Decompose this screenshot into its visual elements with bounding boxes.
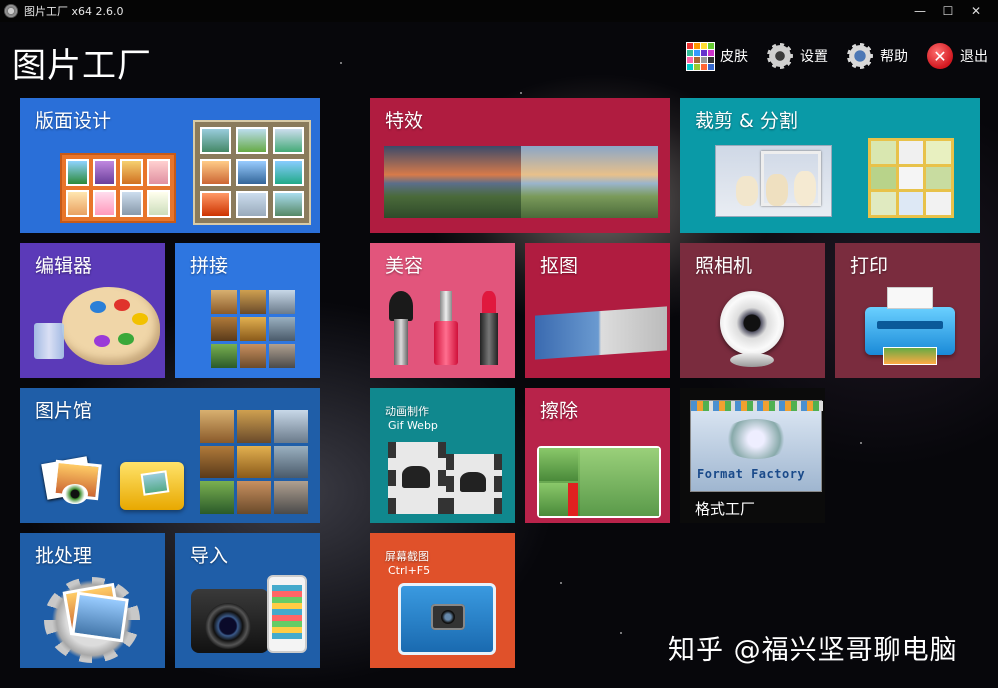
tile-effects-label: 特效 <box>385 110 424 132</box>
exit-button[interactable]: ✕ 退出 <box>926 42 988 70</box>
tile-editor-label: 编辑器 <box>35 255 93 277</box>
tile-print-label: 打印 <box>850 255 889 277</box>
makeup-brush-icon <box>387 291 415 369</box>
exit-label: 退出 <box>960 49 988 65</box>
folder-photo-icon <box>120 462 184 510</box>
brush-cup-icon <box>34 323 64 359</box>
lighthouse-after-image <box>521 146 658 218</box>
tile-layout-design-label: 版面设计 <box>35 110 112 132</box>
tile-import[interactable]: 导入 <box>175 533 320 668</box>
tile-crop-split-label: 裁剪 & 分割 <box>695 110 798 132</box>
printer-icon <box>865 287 955 365</box>
format-factory-screenshot: Format Factory <box>690 400 823 492</box>
nail-polish-icon <box>432 291 460 369</box>
tile-cutout-label: 抠图 <box>540 255 579 277</box>
settings-button[interactable]: 设置 <box>766 42 828 70</box>
tile-animation-sublabel: Gif Webp <box>388 419 438 432</box>
paint-palette-icon <box>62 287 160 365</box>
tile-screenshot-label: 屏幕截图 <box>385 550 429 563</box>
window-title: 图片工厂 x64 2.6.0 <box>24 5 124 18</box>
tile-batch-label: 批处理 <box>35 545 93 567</box>
app-logo-icon <box>4 4 18 18</box>
tile-format-factory-label: 格式工厂 <box>695 500 756 518</box>
header-actions: 皮肤 设置 帮助 ✕ 退出 <box>685 41 988 71</box>
tile-layout-design[interactable]: 版面设计 <box>20 98 320 233</box>
tile-erase-label: 擦除 <box>540 400 579 422</box>
tile-animation-label: 动画制作 <box>385 405 429 418</box>
layout-collage-icon <box>60 153 176 223</box>
skin-palette-icon <box>685 41 715 71</box>
tile-gallery[interactable]: 图片馆 <box>20 388 320 523</box>
skin-label: 皮肤 <box>720 49 748 65</box>
format-factory-logo-text: Format Factory <box>697 467 806 481</box>
exit-icon: ✕ <box>926 42 954 70</box>
tile-screenshot[interactable]: 屏幕截图 Ctrl+F5 <box>370 533 515 668</box>
tile-stitch[interactable]: 拼接 <box>175 243 320 378</box>
help-label: 帮助 <box>880 49 908 65</box>
tile-effects[interactable]: 特效 <box>370 98 670 233</box>
help-button[interactable]: 帮助 <box>846 42 908 70</box>
title-bar[interactable]: 图片工厂 x64 2.6.0 — ☐ ✕ <box>0 0 998 22</box>
skin-button[interactable]: 皮肤 <box>685 41 748 71</box>
photo-grid-icon <box>193 120 311 225</box>
settings-label: 设置 <box>800 49 828 65</box>
tile-camera[interactable]: 照相机 <box>680 243 825 378</box>
tile-cutout[interactable]: 抠图 <box>525 243 670 378</box>
tile-erase[interactable]: 擦除 <box>525 388 670 523</box>
tile-beauty[interactable]: 美容 <box>370 243 515 378</box>
film-strip-icon-2 <box>446 454 502 514</box>
screen-capture-icon <box>398 583 496 655</box>
close-button[interactable]: ✕ <box>962 4 990 18</box>
gallery-mosaic-icon <box>200 410 308 514</box>
split-photo-image <box>868 138 954 218</box>
help-gear-icon <box>846 42 874 70</box>
bird-cutout-image <box>535 306 667 360</box>
webcam-stand-icon <box>730 353 774 367</box>
tile-gallery-label: 图片馆 <box>35 400 93 422</box>
window-controls: — ☐ ✕ <box>906 0 990 22</box>
tile-editor[interactable]: 编辑器 <box>20 243 165 378</box>
webcam-icon <box>720 291 784 355</box>
app-title: 图片工厂 <box>12 46 152 86</box>
puppies-crop-image <box>715 145 832 217</box>
gear-icon <box>766 42 794 70</box>
tile-animation[interactable]: 动画制作 Gif Webp <box>370 388 515 523</box>
film-strip-icon <box>388 442 446 514</box>
tile-crop-split[interactable]: 裁剪 & 分割 <box>680 98 980 233</box>
lipstick-icon <box>478 291 500 369</box>
tile-beauty-label: 美容 <box>385 255 424 277</box>
minimize-button[interactable]: — <box>906 4 934 18</box>
tile-camera-label: 照相机 <box>695 255 753 277</box>
maximize-button[interactable]: ☐ <box>934 4 962 18</box>
tile-batch[interactable]: 批处理 <box>20 533 165 668</box>
tile-screenshot-sublabel: Ctrl+F5 <box>388 564 431 577</box>
tile-format-factory[interactable]: Format Factory 格式工厂 <box>680 388 825 523</box>
tile-stitch-label: 拼接 <box>190 255 229 277</box>
deer-erase-image <box>537 446 661 518</box>
tile-print[interactable]: 打印 <box>835 243 980 378</box>
dslr-camera-icon <box>191 589 269 653</box>
lighthouse-before-image <box>384 146 521 218</box>
photo-viewer-icon <box>40 456 104 510</box>
tile-import-label: 导入 <box>190 545 229 567</box>
watermark-text: 知乎 @福兴坚哥聊电脑 <box>668 635 958 666</box>
batch-gear-icon <box>44 577 140 663</box>
smartphone-icon <box>267 575 307 653</box>
animal-mosaic-icon <box>211 290 295 368</box>
